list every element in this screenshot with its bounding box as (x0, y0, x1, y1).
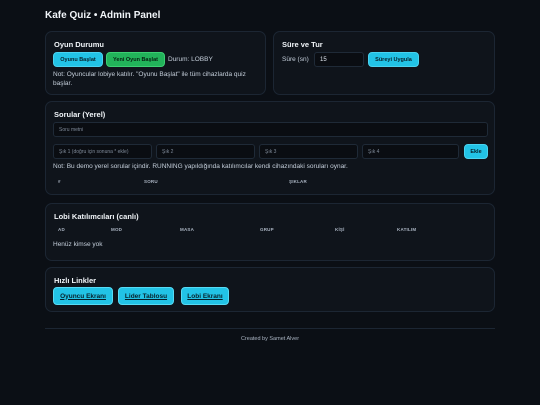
lobby-col-table: MASA (180, 227, 195, 232)
option3-input[interactable]: Şık 3 (259, 144, 358, 159)
new-game-button[interactable]: Yeni Oyun Başlat (106, 52, 165, 67)
lobby-col-mode: MOD (111, 227, 123, 232)
lobby-col-people: KİŞİ (335, 227, 345, 232)
page-title: Kafe Quiz • Admin Panel (45, 10, 161, 21)
question-text-input[interactable]: Soru metni (53, 122, 488, 137)
option4-input[interactable]: Şık 4 (362, 144, 459, 159)
footer-credit: Created by Samet Alver (240, 336, 300, 342)
duration-label: Süre (sn) (282, 56, 309, 63)
lobby-col-joined: KATILIM (397, 227, 417, 232)
time-settings-card: Süre ve Tur Süre (sn) 15 Süreyi Uygula (273, 31, 495, 95)
apply-duration-button[interactable]: Süreyi Uygula (368, 52, 419, 67)
player-screen-link[interactable]: Oyuncu Ekranı (53, 287, 113, 305)
option2-input[interactable]: Şık 2 (156, 144, 255, 159)
lobby-col-group: GRUP (260, 227, 274, 232)
add-question-button[interactable]: Ekle (464, 144, 488, 159)
leaderboard-link[interactable]: Lider Tablosu (118, 287, 174, 305)
quick-links-card: Hızlı Linkler Oyuncu Ekranı Lider Tablos… (45, 267, 495, 312)
questions-card: Sorular (Yerel) Soru metni Şık 1 (doğru … (45, 101, 495, 195)
questions-note: Not: Bu demo yerel sorular içindir. RUNN… (53, 163, 348, 170)
start-game-button[interactable]: Oyunu Başlat (53, 52, 103, 67)
lobby-col-name: AD (58, 227, 65, 232)
lobby-participants-title: Lobi Katılımcıları (canlı) (54, 212, 139, 221)
time-settings-title: Süre ve Tur (282, 40, 323, 49)
lobby-screen-link[interactable]: Lobi Ekranı (181, 287, 229, 305)
lobby-participants-card: Lobi Katılımcıları (canlı) AD MOD MASA G… (45, 203, 495, 261)
game-status-note: Not: Oyuncular lobiye katılır. "Oyunu Ba… (53, 71, 246, 87)
quick-links-title: Hızlı Linkler (54, 276, 97, 285)
question-col-options: ŞIKLAR (289, 179, 307, 184)
game-state-text: Durum: LOBBY (168, 56, 213, 63)
game-status-title: Oyun Durumu (54, 40, 104, 49)
lobby-empty-text: Henüz kimse yok (53, 241, 103, 248)
game-status-card: Oyun Durumu Oyunu Başlat Yeni Oyun Başla… (45, 31, 266, 95)
footer-divider (45, 328, 495, 329)
option1-input[interactable]: Şık 1 (doğru için sonuna * ekle) (53, 144, 152, 159)
question-col-index: # (58, 179, 61, 184)
questions-title: Sorular (Yerel) (54, 110, 106, 119)
question-col-text: SORU (144, 179, 158, 184)
duration-input[interactable]: 15 (314, 52, 364, 67)
